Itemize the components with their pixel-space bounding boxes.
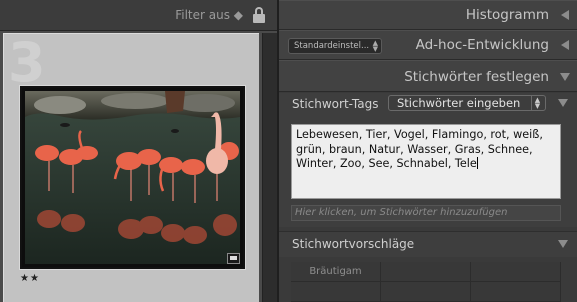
keyword-suggestions-header[interactable]: Stichwortvorschläge <box>279 231 577 257</box>
suggestion-item[interactable] <box>291 282 381 302</box>
keywording-title: Stichwörter festlegen <box>404 69 549 85</box>
grid-cell[interactable]: 3 ★★ <box>3 33 259 302</box>
text-caret <box>476 157 478 169</box>
comment-badge-icon[interactable] <box>227 253 240 264</box>
star-rating[interactable]: ★★ <box>20 273 40 284</box>
suggestion-item[interactable] <box>381 282 471 302</box>
saved-preset-select[interactable]: Standardeinstel... ▲ ▼ <box>288 38 382 54</box>
keywords-textarea[interactable]: Lebewesen, Tier, Vogel, Flamingo, rot, w… <box>291 124 561 199</box>
keyword-suggestions-title: Stichwortvorschläge <box>292 237 415 251</box>
keyword-tags-mode-value: Stichwörter eingeben <box>397 96 521 110</box>
suggestion-item[interactable]: Bräutigam <box>291 262 381 282</box>
collapse-down-icon[interactable] <box>558 240 568 248</box>
filter-dropdown[interactable]: Filter aus ◆ <box>175 8 243 22</box>
collapse-down-icon[interactable] <box>560 73 570 81</box>
keyword-tags-label: Stichwort-Tags <box>292 97 379 111</box>
histogram-title: Histogramm <box>465 7 549 23</box>
quick-develop-panel-header[interactable]: Standardeinstel... ▲ ▼ Ad-hoc-Entwicklung <box>279 30 577 60</box>
collapse-left-icon[interactable] <box>561 10 569 20</box>
collapse-down-icon[interactable] <box>558 99 568 107</box>
preset-select-value: Standardeinstel... <box>294 41 370 51</box>
quick-develop-title: Ad-hoc-Entwicklung <box>415 37 549 53</box>
histogram-panel-header[interactable]: Histogramm <box>279 0 577 30</box>
suggestion-item[interactable] <box>471 262 561 282</box>
photo-thumbnail[interactable] <box>20 86 245 269</box>
select-arrows-icon: ▲ ▼ <box>531 96 543 110</box>
keywords-text: Lebewesen, Tier, Vogel, Flamingo, rot, w… <box>296 128 543 170</box>
cell-index-number: 3 <box>8 31 46 94</box>
lock-icon[interactable] <box>252 7 266 23</box>
flamingo-photo <box>25 91 240 264</box>
grid-scrollbar[interactable] <box>262 33 277 302</box>
suggestion-item[interactable] <box>381 262 471 282</box>
filter-bar: Filter aus ◆ <box>0 0 277 31</box>
collapse-left-icon[interactable] <box>561 40 569 50</box>
add-keywords-field[interactable]: Hier klicken, um Stichwörter hinzuzufüge… <box>291 205 561 221</box>
right-panel-group: Histogramm Standardeinstel... ▲ ▼ Ad-hoc-… <box>277 0 577 302</box>
keywording-panel-header[interactable]: Stichwörter festlegen <box>279 60 577 92</box>
keywording-panel: Stichwort-Tags Stichwörter eingeben ▲ ▼ L… <box>279 93 577 227</box>
select-arrows-icon: ▲ ▼ <box>372 39 378 53</box>
suggestion-item[interactable] <box>471 282 561 302</box>
library-grid: Filter aus ◆ 3 ★★ <box>0 0 277 302</box>
keyword-tags-mode-select[interactable]: Stichwörter eingeben ▲ ▼ <box>388 95 546 111</box>
keyword-suggestions-grid: Bräutigam <box>291 262 561 302</box>
